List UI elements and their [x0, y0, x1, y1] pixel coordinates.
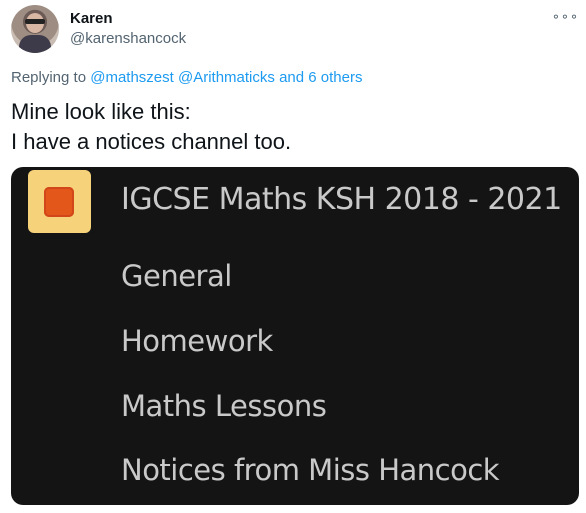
channel-homework: Homework — [121, 324, 273, 358]
more-horizontal-icon[interactable]: ⚬⚬⚬ — [551, 10, 579, 24]
channel-general: General — [121, 259, 232, 293]
avatar[interactable] — [11, 5, 59, 53]
channel-notices: Notices from Miss Hancock — [121, 453, 500, 487]
replying-to: Replying to @mathszest @Arithmaticks and… — [11, 69, 362, 86]
tweet-text-line1: Mine look like this: — [11, 99, 191, 124]
replying-to-prefix: Replying to — [11, 69, 87, 86]
channel-maths-lessons: Maths Lessons — [121, 389, 327, 423]
tweet-media-image[interactable]: IGCSE Maths KSH 2018 - 2021 General Home… — [11, 167, 579, 505]
team-name: IGCSE Maths KSH 2018 - 2021 — [121, 182, 562, 217]
tweet-text-line2: I have a notices channel too. — [11, 129, 292, 154]
replying-to-users-link[interactable]: @mathszest @Arithmaticks — [90, 69, 275, 86]
team-icon — [28, 170, 91, 233]
avatar-glasses — [25, 19, 45, 24]
avatar-body — [19, 35, 51, 53]
author-handle[interactable]: @karenshancock — [70, 30, 186, 47]
team-icon-square — [44, 187, 74, 217]
tweet-text: Mine look like this: I have a notices ch… — [11, 97, 291, 157]
author-name[interactable]: Karen — [70, 10, 113, 27]
replying-to-others-link[interactable]: and 6 others — [279, 69, 362, 86]
